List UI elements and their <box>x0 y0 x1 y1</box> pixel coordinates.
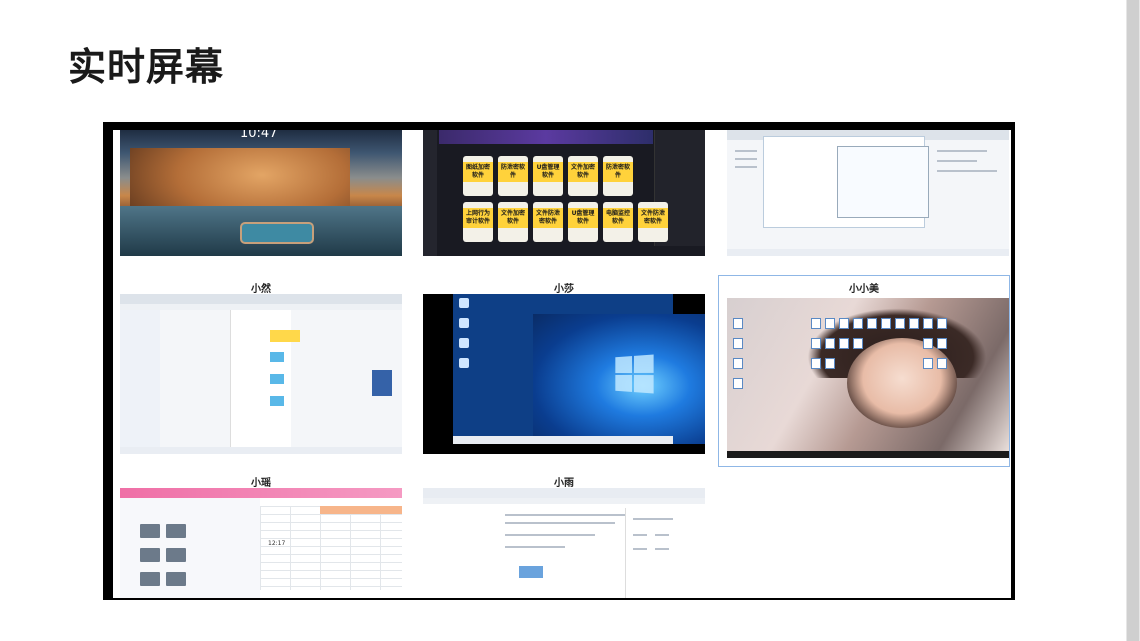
tile-label: 小瑶 <box>251 478 271 489</box>
screen-tile-1[interactable]: 10:47 <box>120 130 402 256</box>
screen-tile-7[interactable]: 小瑶 12:17 <box>120 478 402 598</box>
page-title: 实时屏幕 <box>68 45 225 89</box>
desktop-preview <box>727 130 1009 256</box>
app-preview: 图纸加密软件 防泄密软件 U盘管理软件 文件加密软件 防泄密软件 上网行为审计软… <box>423 130 705 256</box>
desktop-preview <box>727 298 1009 458</box>
software-card: U盘管理软件 <box>568 202 598 242</box>
spreadsheet-clock: 12:17 <box>268 540 286 547</box>
software-card: 电脑监控软件 <box>603 202 633 242</box>
lock-clock: 10:47 <box>240 130 278 141</box>
software-card: 文件加密软件 <box>568 156 598 196</box>
tile-label: 小小美 <box>849 284 879 295</box>
software-card: 图纸加密软件 <box>463 156 493 196</box>
spreadsheet-preview: 12:17 <box>120 488 402 598</box>
desktop-preview <box>423 294 705 454</box>
document-preview <box>423 488 705 598</box>
software-card: 文件加密软件 <box>498 202 528 242</box>
screen-tile-5[interactable]: 小莎 <box>423 284 705 454</box>
screen-wall: 10:47 图纸加密软件 防泄密软件 U盘管理软件 文件加密软件 防泄密软件 上… <box>103 122 1015 600</box>
screen-tile-3[interactable] <box>727 130 1009 256</box>
software-card: U盘管理软件 <box>533 156 563 196</box>
tile-label: 小雨 <box>554 478 574 489</box>
scrollbar[interactable] <box>1126 0 1140 641</box>
screen-tile-4[interactable]: 小然 <box>120 284 402 454</box>
screen-grid: 10:47 图纸加密软件 防泄密软件 U盘管理软件 文件加密软件 防泄密软件 上… <box>113 130 1011 598</box>
software-card: 防泄密软件 <box>603 156 633 196</box>
screen-tile-8[interactable]: 小雨 <box>423 478 705 598</box>
browser-preview <box>120 294 402 454</box>
software-card: 上网行为审计软件 <box>463 202 493 242</box>
scrollbar-thumb[interactable] <box>1127 0 1139 641</box>
screen-tile-2[interactable]: 图纸加密软件 防泄密软件 U盘管理软件 文件加密软件 防泄密软件 上网行为审计软… <box>423 130 705 256</box>
software-card <box>638 156 668 196</box>
software-card-grid: 图纸加密软件 防泄密软件 U盘管理软件 文件加密软件 防泄密软件 上网行为审计软… <box>463 156 668 242</box>
tile-label: 小莎 <box>554 284 574 295</box>
software-card: 文件防泄密软件 <box>638 202 668 242</box>
software-card: 防泄密软件 <box>498 156 528 196</box>
screen-tile-6[interactable]: 小小美 <box>718 275 1010 467</box>
wallpaper-preview: 10:47 <box>120 130 402 256</box>
software-card: 文件防泄密软件 <box>533 202 563 242</box>
tile-label: 小然 <box>251 284 271 295</box>
